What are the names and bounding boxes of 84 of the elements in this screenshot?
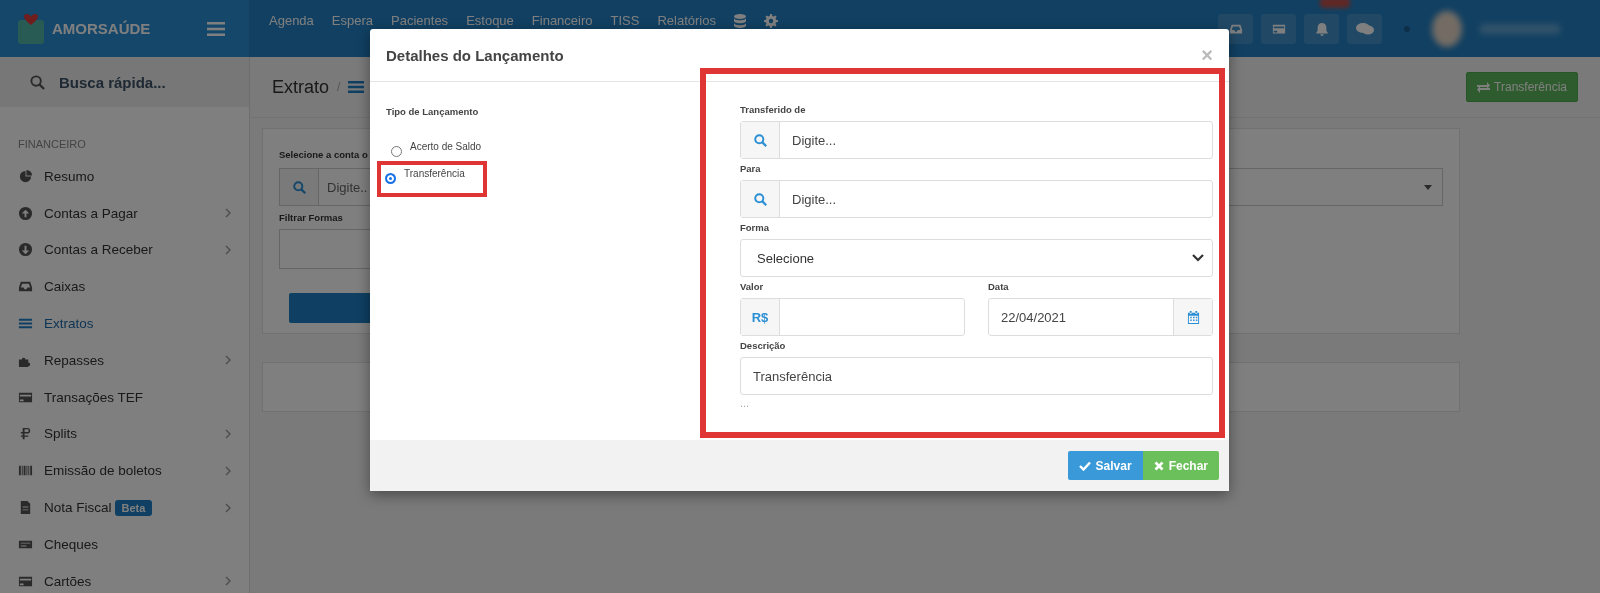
- exchange-icon: [1477, 81, 1491, 93]
- brand-name: AMORSAÚDE: [52, 20, 152, 37]
- document-icon: [18, 500, 33, 516]
- sidebar-item[interactable]: Cheques: [0, 525, 249, 563]
- field-label: Para: [740, 163, 762, 174]
- sidebar-label: Nota Fiscal: [44, 500, 112, 516]
- sidebar-item[interactable]: Transações TEF: [0, 378, 249, 416]
- search-icon: [30, 74, 45, 90]
- nav-link[interactable]: TISS: [610, 14, 640, 27]
- nav-link[interactable]: Relatórios: [657, 14, 716, 27]
- pie-chart-icon: [18, 168, 33, 184]
- quick-search-field[interactable]: Busca rápida...: [0, 57, 249, 107]
- field-label: Transferido de: [740, 104, 807, 115]
- settings-icon[interactable]: [763, 14, 778, 28]
- sidebar-item[interactable]: Caixas: [0, 268, 249, 306]
- field-label: Data: [988, 281, 1010, 292]
- modal-title: Detalhes do Lançamento: [386, 46, 564, 64]
- sidebar-label: Emissão de boletos: [44, 463, 162, 479]
- field-label: Filtrar Formas: [279, 212, 343, 223]
- database-icon[interactable]: [733, 14, 746, 28]
- radio-button[interactable]: [385, 173, 396, 184]
- nav-link[interactable]: Agenda: [269, 14, 314, 27]
- search-icon: [753, 192, 767, 206]
- sidebar-label: Repasses: [44, 352, 105, 368]
- sidebar-label: Splits: [44, 426, 77, 442]
- nav-link[interactable]: Pacientes: [391, 14, 449, 27]
- sidebar-item[interactable]: Contas a Pagar: [0, 194, 249, 232]
- notification-badge: [1320, 0, 1350, 8]
- sidebar-item[interactable]: Splits: [0, 415, 249, 453]
- sidebar-label: Extratos: [44, 316, 94, 332]
- avatar[interactable]: [1432, 10, 1462, 47]
- sidebar-item[interactable]: Resumo: [0, 158, 249, 195]
- field-label: Tipo de Lançamento: [386, 106, 480, 117]
- radio-button[interactable]: [391, 146, 402, 157]
- logo-icon: [18, 13, 44, 44]
- status-dot: [1404, 25, 1410, 32]
- list-icon: [348, 80, 365, 94]
- ellipsis-text: ...: [740, 397, 751, 409]
- date-field[interactable]: 22/04/2021: [988, 298, 1213, 336]
- radio-label[interactable]: Acerto de Saldo: [410, 141, 482, 152]
- sidebar-item[interactable]: Repasses: [0, 342, 249, 379]
- chevron-down-icon: [1192, 254, 1204, 262]
- checkmark-icon: [1078, 460, 1091, 471]
- calendar-icon: [1186, 310, 1200, 324]
- sidebar-item[interactable]: Contas a Receber: [0, 231, 249, 269]
- search-icon: [753, 133, 767, 147]
- field-label: Selecione a conta o: [279, 149, 368, 160]
- radio-label[interactable]: Transferência: [404, 168, 465, 179]
- search-field[interactable]: Digite...: [740, 180, 1213, 218]
- section-heading: FINANCEIRO: [17, 137, 87, 152]
- nav-link[interactable]: Estoque: [466, 14, 514, 27]
- nav-link[interactable]: Espera: [331, 14, 374, 27]
- sidebar-label: Cheques: [44, 536, 99, 552]
- sidebar-label: Transações TEF: [44, 389, 144, 405]
- sidebar-label: Cartões: [44, 573, 92, 589]
- nav-link[interactable]: Financeiro: [531, 14, 593, 27]
- sidebar-label: Contas a Receber: [44, 242, 153, 258]
- save-button[interactable]: Salvar: [1067, 451, 1143, 480]
- page-title: Extrato: [272, 76, 330, 98]
- currency-icon: [18, 426, 33, 442]
- sidebar-label: Resumo: [44, 168, 95, 184]
- amount-field[interactable]: R$: [740, 298, 965, 336]
- sidebar-item[interactable]: Extratos: [0, 305, 249, 342]
- currency-label: R$: [741, 299, 780, 335]
- search-icon: [292, 180, 306, 194]
- chat-icon: [1355, 21, 1374, 36]
- field-label: Descrição: [740, 340, 787, 351]
- menu-icon[interactable]: [207, 21, 225, 36]
- caret-icon: [1424, 184, 1432, 190]
- sidebar-label: Caixas: [44, 279, 86, 295]
- bell-icon: [1314, 21, 1329, 36]
- sidebar-label: Contas a Pagar: [44, 205, 138, 221]
- close-icon: [1153, 460, 1164, 471]
- sidebar-item[interactable]: Emissão de boletos: [0, 452, 249, 490]
- breadcrumb-separator: /: [337, 80, 341, 94]
- field-label: Forma: [740, 222, 771, 233]
- select-field[interactable]: Selecione: [740, 239, 1213, 277]
- sidebar-item[interactable]: Nota Fiscal Beta: [0, 489, 249, 526]
- field-label: Valor: [740, 281, 765, 292]
- description-field[interactable]: Transferência: [740, 357, 1213, 395]
- close-button[interactable]: Fechar: [1142, 451, 1219, 480]
- search-field[interactable]: Digite...: [740, 121, 1213, 159]
- beta-badge: Beta: [114, 499, 153, 516]
- sidebar-item[interactable]: Cartões: [0, 562, 249, 593]
